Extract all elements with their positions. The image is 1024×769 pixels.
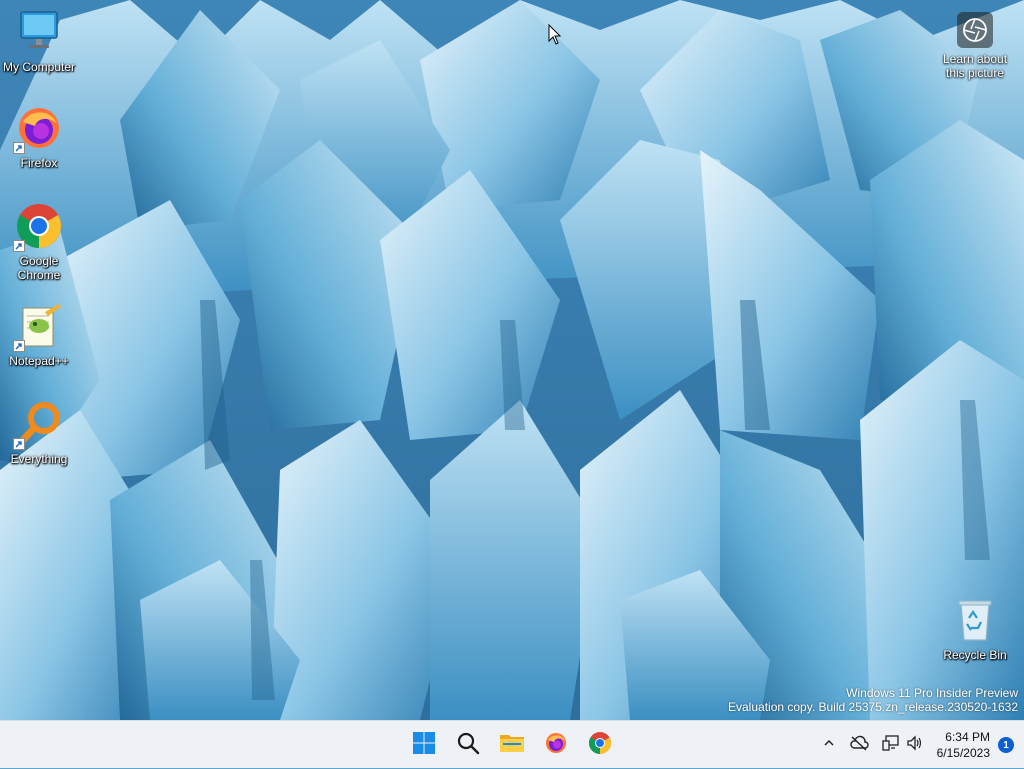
desktop-icon-everything[interactable]: Everything	[0, 400, 78, 466]
desktop-icon-label: Recycle Bin	[943, 648, 1007, 662]
mouse-cursor-icon	[548, 23, 562, 51]
notepad-plus-plus-icon	[13, 302, 63, 352]
camera-aperture-icon	[957, 12, 993, 48]
desktop-wallpaper	[0, 0, 1024, 720]
recycle-bin-icon	[951, 596, 999, 644]
network-tray-button[interactable]	[879, 733, 903, 757]
shortcut-arrow-icon	[13, 438, 25, 450]
desktop-icon-recycle-bin[interactable]: Recycle Bin	[936, 596, 1014, 662]
taskbar: 6:34 PM 6/15/2023 1	[0, 720, 1024, 768]
desktop-icon-firefox[interactable]: Firefox	[0, 104, 78, 170]
evaluation-watermark: Windows 11 Pro Insider Preview Evaluatio…	[728, 686, 1018, 714]
desktop-icon-notepad-plus-plus[interactable]: Notepad++	[0, 302, 78, 368]
taskbar-apps	[404, 721, 620, 769]
firefox-icon	[13, 104, 63, 154]
watermark-edition: Windows 11 Pro Insider Preview	[846, 686, 1018, 700]
search-icon	[456, 731, 480, 760]
desktop-icon-label: Google Chrome	[17, 254, 61, 282]
file-explorer-button[interactable]	[492, 725, 532, 765]
shortcut-arrow-icon	[13, 240, 25, 252]
windows-start-icon	[412, 731, 436, 760]
desktop-icon-label: My Computer	[2, 60, 76, 74]
show-hidden-icons-button[interactable]	[817, 733, 841, 757]
clock-button[interactable]: 6:34 PM 6/15/2023	[937, 729, 990, 761]
desktop-icon-my-computer[interactable]: My Computer	[0, 8, 78, 74]
desktop-icon-label: Firefox	[20, 156, 58, 170]
folder-icon	[499, 731, 525, 760]
notification-badge[interactable]: 1	[998, 737, 1014, 753]
volume-tray-button[interactable]	[903, 733, 927, 757]
onedrive-offline-icon	[849, 735, 869, 756]
everything-search-icon	[13, 400, 63, 450]
firefox-icon	[544, 731, 568, 760]
chrome-icon	[13, 202, 63, 252]
desktop-icon-label: Everything	[10, 452, 68, 466]
desktop-icon-google-chrome[interactable]: Google Chrome	[0, 202, 78, 282]
shortcut-arrow-icon	[13, 340, 25, 352]
network-icon	[881, 734, 900, 756]
computer-icon	[15, 8, 63, 56]
taskbar-firefox-button[interactable]	[536, 725, 576, 765]
start-button[interactable]	[404, 725, 444, 765]
learn-about-this-picture[interactable]: Learn about this picture	[938, 12, 1012, 80]
clock-date: 6/15/2023	[936, 746, 990, 760]
shortcut-arrow-icon	[13, 142, 25, 154]
learn-about-label: Learn about this picture	[942, 52, 1008, 80]
chevron-up-icon	[822, 736, 836, 755]
system-tray: 6:34 PM 6/15/2023 1	[817, 721, 1024, 769]
onedrive-tray-button[interactable]	[847, 733, 871, 757]
search-button[interactable]	[448, 725, 488, 765]
chrome-icon	[588, 731, 612, 760]
desktop-icon-label: Notepad++	[9, 354, 69, 368]
watermark-build: Evaluation copy. Build 25375.zn_release.…	[728, 700, 1018, 714]
clock-time: 6:34 PM	[945, 730, 990, 744]
volume-icon	[906, 734, 924, 756]
taskbar-chrome-button[interactable]	[580, 725, 620, 765]
